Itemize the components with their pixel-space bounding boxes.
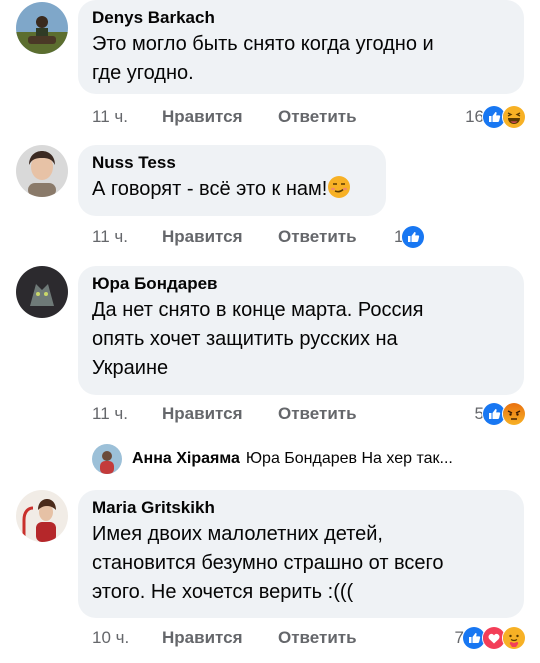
avatar[interactable] <box>16 2 68 54</box>
avatar[interactable] <box>16 266 68 318</box>
comment-line: Имея двоих малолетних детей, <box>92 523 383 545</box>
like-icon <box>401 225 426 249</box>
reply-author[interactable]: Анна Хіраяма <box>132 450 240 468</box>
comment-timestamp[interactable]: 11 ч. <box>92 404 162 424</box>
reply-button[interactable]: Ответить <box>278 107 357 127</box>
haha-icon <box>502 105 526 129</box>
comment-line: становится безумно страшно от всего <box>92 552 444 574</box>
angry-icon <box>502 402 526 426</box>
comment-line: этого. Не хочется верить :((( <box>92 581 354 603</box>
comment-line: Украине <box>92 357 169 379</box>
comment-line: где угодно. <box>92 62 194 84</box>
comment-author[interactable]: Maria Gritskikh <box>92 498 509 518</box>
care-icon <box>502 626 526 650</box>
comment-bubble: Юра Бондарев Да нет снято в конце марта.… <box>78 266 524 395</box>
comment-line: Это могло быть снято когда угодно и <box>92 33 434 55</box>
comment-actions: 11 ч. Нравится Ответить <box>92 225 357 249</box>
like-button[interactable]: Нравится <box>162 404 278 424</box>
comment-line: опять хочет защитить русских на <box>92 328 398 350</box>
reply-button[interactable]: Ответить <box>278 404 357 424</box>
reaction-summary[interactable]: 16 <box>465 105 526 129</box>
reply-preview[interactable]: Анна Хіраяма Юра Бондарев На хер так... <box>92 443 453 475</box>
like-button[interactable]: Нравится <box>162 227 278 247</box>
comment-line: А говорят - всё это к нам! <box>92 178 328 200</box>
comment-text: Да нет снято в конце марта. Россия опять… <box>92 296 509 383</box>
comment-text: Это могло быть снято когда угодно и где … <box>92 30 509 88</box>
reply-button[interactable]: Ответить <box>278 628 357 648</box>
avatar[interactable] <box>16 490 68 542</box>
comment-line: Да нет снято в конце марта. Россия <box>92 299 424 321</box>
like-button[interactable]: Нравится <box>162 107 278 127</box>
comment-bubble: Denys Barkach Это могло быть снято когда… <box>78 0 524 94</box>
comment-author[interactable]: Nuss Tess <box>92 153 371 173</box>
comment-timestamp[interactable]: 11 ч. <box>92 107 162 127</box>
comment-timestamp[interactable]: 10 ч. <box>92 628 162 648</box>
comment-author[interactable]: Denys Barkach <box>92 8 509 28</box>
comment-bubble: Maria Gritskikh Имея двоих малолетних де… <box>78 490 524 618</box>
comment-actions: 11 ч. Нравится Ответить <box>92 402 357 426</box>
reaction-summary[interactable]: 1 <box>394 225 426 249</box>
reply-avatar[interactable] <box>92 444 122 474</box>
comment-text: Имея двоих малолетних детей, становится … <box>92 520 509 607</box>
reply-text: Юра Бондарев На хер так... <box>245 450 453 467</box>
reaction-summary[interactable]: 5 <box>475 402 526 426</box>
reply-button[interactable]: Ответить <box>278 227 357 247</box>
reaction-summary[interactable]: 7 <box>455 626 526 650</box>
comment-actions: 11 ч. Нравится Ответить <box>92 105 357 129</box>
smirk-emoji-icon <box>327 175 351 199</box>
comment-timestamp[interactable]: 11 ч. <box>92 227 162 247</box>
avatar[interactable] <box>16 145 68 197</box>
comment-bubble: Nuss Tess А говорят - всё это к нам! <box>78 145 386 216</box>
comment-text: А говорят - всё это к нам! <box>92 175 371 204</box>
comment-actions: 10 ч. Нравится Ответить <box>92 626 357 650</box>
like-button[interactable]: Нравится <box>162 628 278 648</box>
comment-author[interactable]: Юра Бондарев <box>92 274 509 294</box>
